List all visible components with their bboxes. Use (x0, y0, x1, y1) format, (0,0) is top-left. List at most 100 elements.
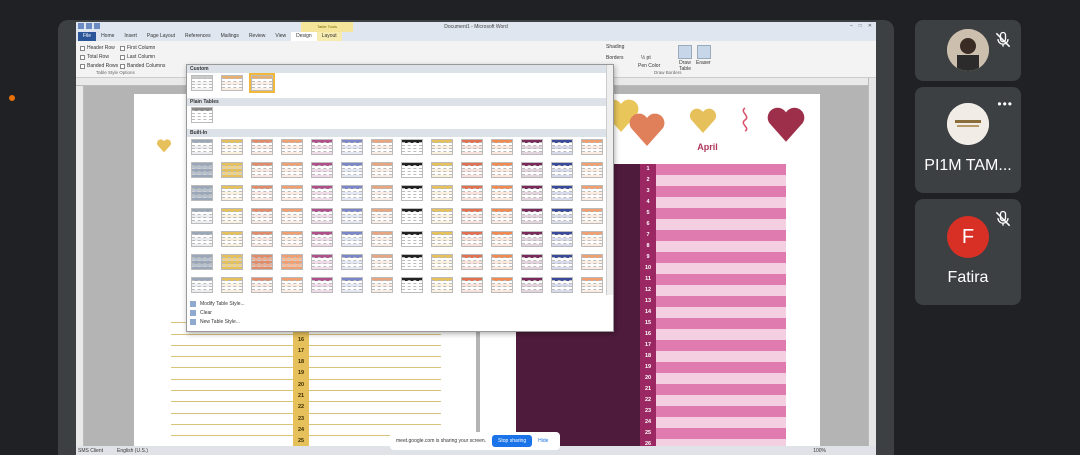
table-style-thumbnail[interactable] (341, 277, 363, 293)
table-style-thumbnail[interactable] (341, 185, 363, 201)
table-style-thumbnail[interactable] (431, 139, 453, 155)
table-style-thumbnail[interactable] (191, 231, 213, 247)
table-style-thumbnail[interactable] (521, 231, 543, 247)
table-style-thumbnail[interactable] (581, 254, 603, 270)
table-style-thumbnail[interactable] (249, 73, 275, 93)
participant-tile[interactable] (915, 20, 1021, 81)
table-style-thumbnail[interactable] (491, 162, 513, 178)
table-style-thumbnail[interactable] (251, 231, 273, 247)
table-style-thumbnail[interactable] (491, 254, 513, 270)
checkbox[interactable] (120, 63, 125, 69)
table-style-thumbnail[interactable] (461, 277, 483, 293)
table-style-thumbnail[interactable] (551, 254, 573, 270)
table-style-thumbnail[interactable] (311, 254, 333, 270)
table-style-thumbnail[interactable] (371, 254, 393, 270)
tab-view[interactable]: View (270, 32, 291, 41)
table-style-thumbnail[interactable] (401, 208, 423, 224)
table-style-thumbnail[interactable] (341, 162, 363, 178)
header-row-option[interactable]: Header Row (80, 45, 115, 51)
table-style-thumbnail[interactable] (191, 139, 213, 155)
table-style-thumbnail[interactable] (431, 277, 453, 293)
table-style-thumbnail[interactable] (221, 162, 243, 178)
table-style-thumbnail[interactable] (521, 162, 543, 178)
table-style-thumbnail[interactable] (551, 185, 573, 201)
table-style-thumbnail[interactable] (221, 139, 243, 155)
eraser-icon[interactable] (697, 45, 711, 59)
table-style-thumbnail[interactable] (251, 254, 273, 270)
table-style-thumbnail[interactable] (191, 208, 213, 224)
table-style-thumbnail[interactable] (281, 208, 303, 224)
maximize-icon[interactable]: □ (859, 23, 862, 29)
checkbox[interactable] (120, 54, 125, 60)
pen-weight-select[interactable]: ½ pt (641, 55, 651, 61)
tab-review[interactable]: Review (244, 32, 270, 41)
table-style-thumbnail[interactable] (581, 162, 603, 178)
table-style-thumbnail[interactable] (461, 254, 483, 270)
table-style-thumbnail[interactable] (581, 208, 603, 224)
tab-layout[interactable]: Layout (316, 32, 342, 41)
table-style-thumbnail[interactable] (401, 277, 423, 293)
table-style-thumbnail[interactable] (251, 208, 273, 224)
table-style-thumbnail[interactable] (551, 139, 573, 155)
table-style-thumbnail[interactable] (401, 231, 423, 247)
table-style-thumbnail[interactable] (311, 139, 333, 155)
tab-page-layout[interactable]: Page Layout (142, 32, 180, 41)
table-style-thumbnail[interactable] (371, 185, 393, 201)
last-column-option[interactable]: Last Column (120, 54, 155, 60)
table-style-thumbnail[interactable] (341, 208, 363, 224)
table-style-thumbnail[interactable] (551, 277, 573, 293)
table-style-thumbnail[interactable] (221, 231, 243, 247)
table-style-thumbnail[interactable] (431, 185, 453, 201)
table-style-thumbnail[interactable] (251, 139, 273, 155)
table-style-thumbnail[interactable] (491, 277, 513, 293)
table-style-thumbnail[interactable] (221, 277, 243, 293)
table-style-thumbnail[interactable] (251, 162, 273, 178)
table-style-thumbnail[interactable] (581, 277, 603, 293)
status-language[interactable]: English (U.S.) (117, 448, 148, 454)
table-style-thumbnail[interactable] (221, 185, 243, 201)
table-style-thumbnail[interactable] (491, 139, 513, 155)
table-style-thumbnail[interactable] (581, 185, 603, 201)
table-style-thumbnail[interactable] (491, 231, 513, 247)
table-style-thumbnail[interactable] (581, 231, 603, 247)
table-style-thumbnail[interactable] (311, 231, 333, 247)
borders-button[interactable]: Borders (606, 55, 624, 61)
table-style-thumbnail[interactable] (431, 208, 453, 224)
table-style-thumbnail[interactable] (281, 185, 303, 201)
table-style-thumbnail[interactable] (551, 208, 573, 224)
table-style-thumbnail[interactable] (521, 277, 543, 293)
table-style-thumbnail[interactable] (191, 107, 213, 123)
tab-design[interactable]: Design (291, 32, 317, 41)
shading-button[interactable]: Shading (606, 44, 624, 50)
gallery-scrollbar[interactable] (606, 65, 613, 295)
tab-references[interactable]: References (180, 32, 216, 41)
table-style-thumbnail[interactable] (281, 254, 303, 270)
checkbox[interactable] (80, 45, 85, 51)
table-style-thumbnail[interactable] (311, 277, 333, 293)
table-style-thumbnail[interactable] (371, 139, 393, 155)
table-style-thumbnail[interactable] (461, 162, 483, 178)
table-style-thumbnail[interactable] (401, 185, 423, 201)
table-style-thumbnail[interactable] (281, 162, 303, 178)
table-style-thumbnail[interactable] (341, 254, 363, 270)
table-style-thumbnail[interactable] (581, 139, 603, 155)
table-style-thumbnail[interactable] (431, 162, 453, 178)
new-table-style-command[interactable]: New Table Style... (190, 319, 240, 325)
table-style-thumbnail[interactable] (311, 208, 333, 224)
table-style-thumbnail[interactable] (371, 277, 393, 293)
table-style-thumbnail[interactable] (551, 231, 573, 247)
table-style-thumbnail[interactable] (281, 139, 303, 155)
checkbox[interactable] (80, 54, 85, 60)
table-style-thumbnail[interactable] (281, 277, 303, 293)
table-style-thumbnail[interactable] (491, 208, 513, 224)
table-style-thumbnail[interactable] (221, 208, 243, 224)
table-style-thumbnail[interactable] (251, 185, 273, 201)
more-options-icon[interactable]: ••• (997, 97, 1013, 111)
participant-tile[interactable]: ••• PI1M TAM... (915, 87, 1021, 193)
table-style-thumbnail[interactable] (521, 139, 543, 155)
modify-table-style-command[interactable]: Modify Table Style... (190, 301, 245, 307)
table-style-thumbnail[interactable] (521, 185, 543, 201)
table-style-thumbnail[interactable] (341, 139, 363, 155)
table-style-thumbnail[interactable] (221, 254, 243, 270)
clear-command[interactable]: Clear (190, 310, 212, 316)
